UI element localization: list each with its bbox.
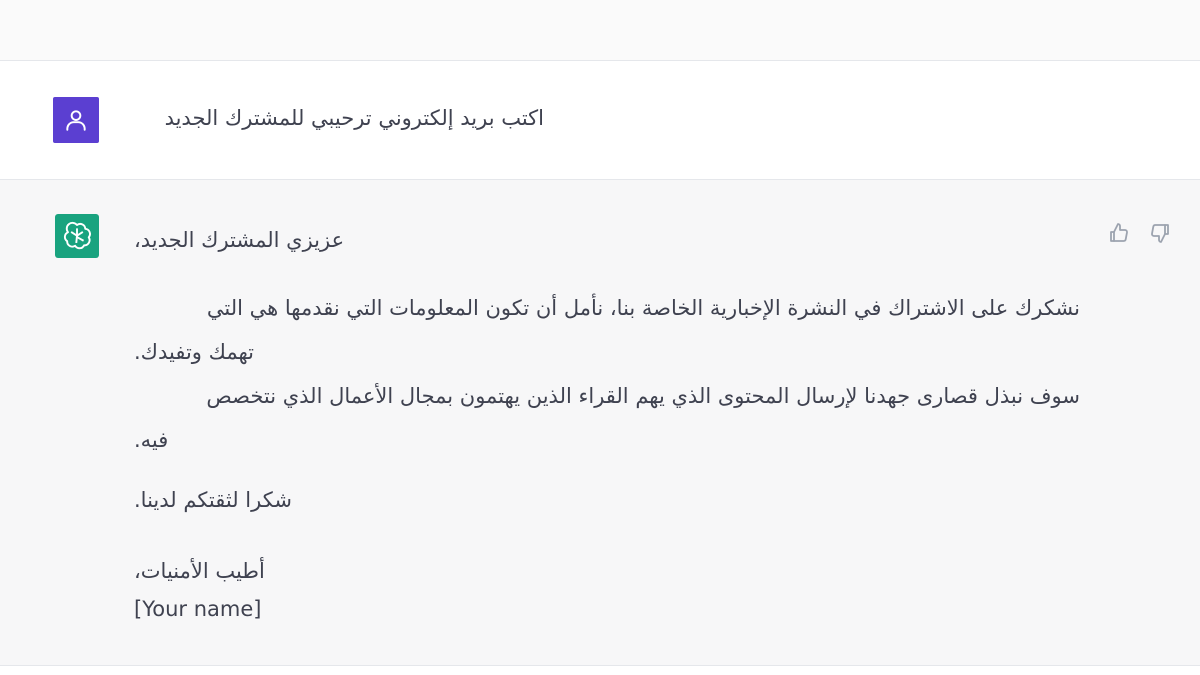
signature-line: [Your name] xyxy=(134,597,262,621)
bottom-spacer xyxy=(0,666,1200,675)
assistant-avatar xyxy=(55,214,99,258)
thumbs-up-button[interactable] xyxy=(1106,220,1132,246)
paragraph2-line1: سوف نبذل قصارى جهدنا لإرسال المحتوى الذي… xyxy=(206,384,1080,408)
user-message-text: اكتب بريد إلكتروني ترحيبي للمشترك الجديد xyxy=(164,106,544,130)
paragraph2-line2: فيه. xyxy=(134,428,169,452)
thanks-line: شكرا لثقتكم لدينا. xyxy=(134,488,292,512)
assistant-message-row: عزيزي المشترك الجديد، نشكرك على الاشتراك… xyxy=(0,180,1200,666)
user-avatar xyxy=(53,97,99,143)
paragraph1-line2: تهمك وتفيدك. xyxy=(134,340,254,364)
greeting-line: عزيزي المشترك الجديد، xyxy=(134,228,345,252)
user-message-row: اكتب بريد إلكتروني ترحيبي للمشترك الجديد xyxy=(0,61,1200,180)
closing-line: أطيب الأمنيات، xyxy=(134,559,265,583)
paragraph-body: نشكرك على الاشتراك في النشرة الإخبارية ا… xyxy=(134,286,1080,462)
thumbs-down-button[interactable] xyxy=(1147,220,1173,246)
paragraph1-line1: نشكرك على الاشتراك في النشرة الإخبارية ا… xyxy=(206,296,1080,320)
person-icon xyxy=(66,110,86,131)
top-spacer xyxy=(0,0,1200,61)
thumbs-down-icon xyxy=(1151,224,1169,243)
thumbs-up-icon xyxy=(1110,223,1128,242)
openai-logo-icon xyxy=(63,221,91,250)
